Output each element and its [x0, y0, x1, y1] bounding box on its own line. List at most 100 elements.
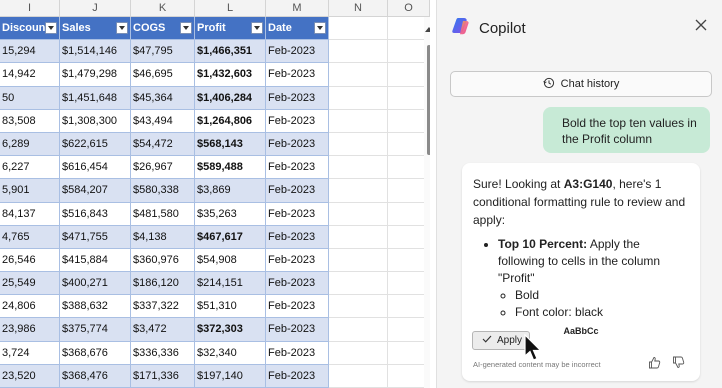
- discounts-cell[interactable]: 25,549: [0, 272, 60, 296]
- date-cell[interactable]: Feb-2023: [266, 318, 329, 342]
- empty-cell[interactable]: [329, 202, 388, 226]
- cogs-cell[interactable]: $45,364: [131, 86, 195, 110]
- discounts-cell[interactable]: 23,986: [0, 318, 60, 342]
- cogs-cell[interactable]: $47,795: [131, 40, 195, 64]
- discounts-cell[interactable]: 14,942: [0, 63, 60, 87]
- cogs-cell[interactable]: $3,472: [131, 318, 195, 342]
- cogs-cell[interactable]: $54,472: [131, 132, 195, 157]
- sales-cell[interactable]: $375,774: [60, 318, 131, 342]
- chat-history-button[interactable]: Chat history: [450, 71, 712, 97]
- profit-cell[interactable]: $197,140: [195, 364, 266, 388]
- filter-dropdown-icon[interactable]: [180, 22, 192, 34]
- date-cell[interactable]: Feb-2023: [266, 40, 329, 64]
- column-header-l[interactable]: L: [195, 0, 266, 17]
- sales-cell[interactable]: $368,676: [60, 341, 131, 365]
- column-header-n[interactable]: N: [329, 0, 388, 17]
- filter-dropdown-icon[interactable]: [314, 22, 326, 34]
- empty-cell[interactable]: [329, 132, 388, 157]
- discounts-cell[interactable]: 15,294: [0, 40, 60, 64]
- vertical-scrollbar[interactable]: [424, 17, 430, 388]
- discounts-cell[interactable]: 4,765: [0, 225, 60, 249]
- profit-cell[interactable]: $467,617: [195, 225, 266, 249]
- cogs-cell[interactable]: $481,580: [131, 202, 195, 226]
- thumbs-up-icon[interactable]: [648, 356, 661, 369]
- profit-cell[interactable]: $35,263: [195, 202, 266, 226]
- cogs-cell[interactable]: $186,120: [131, 272, 195, 296]
- empty-cell[interactable]: [329, 40, 388, 64]
- empty-cell[interactable]: [329, 225, 388, 249]
- empty-cell[interactable]: [329, 156, 388, 180]
- header-cell-discounts[interactable]: Discounts: [0, 17, 60, 41]
- empty-cell[interactable]: [329, 109, 388, 133]
- date-cell[interactable]: Feb-2023: [266, 202, 329, 226]
- thumbs-down-icon[interactable]: [672, 356, 685, 369]
- profit-cell[interactable]: $1,406,284: [195, 86, 266, 110]
- discounts-cell[interactable]: 6,289: [0, 132, 60, 157]
- profit-cell[interactable]: $51,310: [195, 295, 266, 319]
- discounts-cell[interactable]: 24,806: [0, 295, 60, 319]
- header-cell-cogs[interactable]: COGS: [131, 17, 195, 41]
- date-cell[interactable]: Feb-2023: [266, 295, 329, 319]
- filter-dropdown-icon[interactable]: [251, 22, 263, 34]
- discounts-cell[interactable]: 84,137: [0, 202, 60, 226]
- sales-cell[interactable]: $471,755: [60, 225, 131, 249]
- date-cell[interactable]: Feb-2023: [266, 248, 329, 273]
- date-cell[interactable]: Feb-2023: [266, 341, 329, 365]
- date-cell[interactable]: Feb-2023: [266, 225, 329, 249]
- column-header-i[interactable]: I: [0, 0, 60, 17]
- sales-cell[interactable]: $1,308,300: [60, 109, 131, 133]
- cogs-cell[interactable]: $4,138: [131, 225, 195, 249]
- discounts-cell[interactable]: 6,227: [0, 156, 60, 180]
- empty-cell[interactable]: [329, 341, 388, 365]
- sales-cell[interactable]: $516,843: [60, 202, 131, 226]
- empty-cell[interactable]: [329, 17, 388, 41]
- cogs-cell[interactable]: $337,322: [131, 295, 195, 319]
- profit-cell[interactable]: $54,908: [195, 248, 266, 273]
- profit-cell[interactable]: $589,488: [195, 156, 266, 180]
- empty-cell[interactable]: [329, 179, 388, 203]
- date-cell[interactable]: Feb-2023: [266, 86, 329, 110]
- header-cell-profit[interactable]: Profit: [195, 17, 266, 41]
- cogs-cell[interactable]: $360,976: [131, 248, 195, 273]
- cogs-cell[interactable]: $43,494: [131, 109, 195, 133]
- sales-cell[interactable]: $368,476: [60, 364, 131, 388]
- profit-cell[interactable]: $568,143: [195, 132, 266, 157]
- sales-cell[interactable]: $616,454: [60, 156, 131, 180]
- sales-cell[interactable]: $1,451,648: [60, 86, 131, 110]
- discounts-cell[interactable]: 23,520: [0, 364, 60, 388]
- date-cell[interactable]: Feb-2023: [266, 272, 329, 296]
- sales-cell[interactable]: $1,479,298: [60, 63, 131, 87]
- date-cell[interactable]: Feb-2023: [266, 364, 329, 388]
- empty-cell[interactable]: [329, 86, 388, 110]
- apply-button[interactable]: Apply: [472, 331, 530, 350]
- spreadsheet-grid[interactable]: I J K L M N O Discounts Sales COGS Profi…: [0, 0, 430, 388]
- profit-cell[interactable]: $3,869: [195, 179, 266, 203]
- sales-cell[interactable]: $622,615: [60, 132, 131, 157]
- date-cell[interactable]: Feb-2023: [266, 132, 329, 157]
- close-icon[interactable]: [694, 18, 708, 32]
- empty-cell[interactable]: [329, 272, 388, 296]
- profit-cell[interactable]: $1,466,351: [195, 40, 266, 64]
- header-cell-sales[interactable]: Sales: [60, 17, 131, 41]
- cogs-cell[interactable]: $336,336: [131, 341, 195, 365]
- discounts-cell[interactable]: 83,508: [0, 109, 60, 133]
- date-cell[interactable]: Feb-2023: [266, 179, 329, 203]
- date-cell[interactable]: Feb-2023: [266, 63, 329, 87]
- empty-cell[interactable]: [329, 318, 388, 342]
- cogs-cell[interactable]: $46,695: [131, 63, 195, 87]
- column-header-k[interactable]: K: [131, 0, 195, 17]
- profit-cell[interactable]: $214,151: [195, 272, 266, 296]
- empty-cell[interactable]: [329, 63, 388, 87]
- profit-cell[interactable]: $32,340: [195, 341, 266, 365]
- filter-dropdown-icon[interactable]: [116, 22, 128, 34]
- header-cell-date[interactable]: Date: [266, 17, 329, 41]
- cogs-cell[interactable]: $26,967: [131, 156, 195, 180]
- column-header-o[interactable]: O: [388, 0, 430, 17]
- scroll-up-icon[interactable]: [425, 27, 430, 32]
- sales-cell[interactable]: $584,207: [60, 179, 131, 203]
- column-header-j[interactable]: J: [60, 0, 131, 17]
- profit-cell[interactable]: $1,432,603: [195, 63, 266, 87]
- profit-cell[interactable]: $1,264,806: [195, 109, 266, 133]
- profit-cell[interactable]: $372,303: [195, 318, 266, 342]
- sales-cell[interactable]: $400,271: [60, 272, 131, 296]
